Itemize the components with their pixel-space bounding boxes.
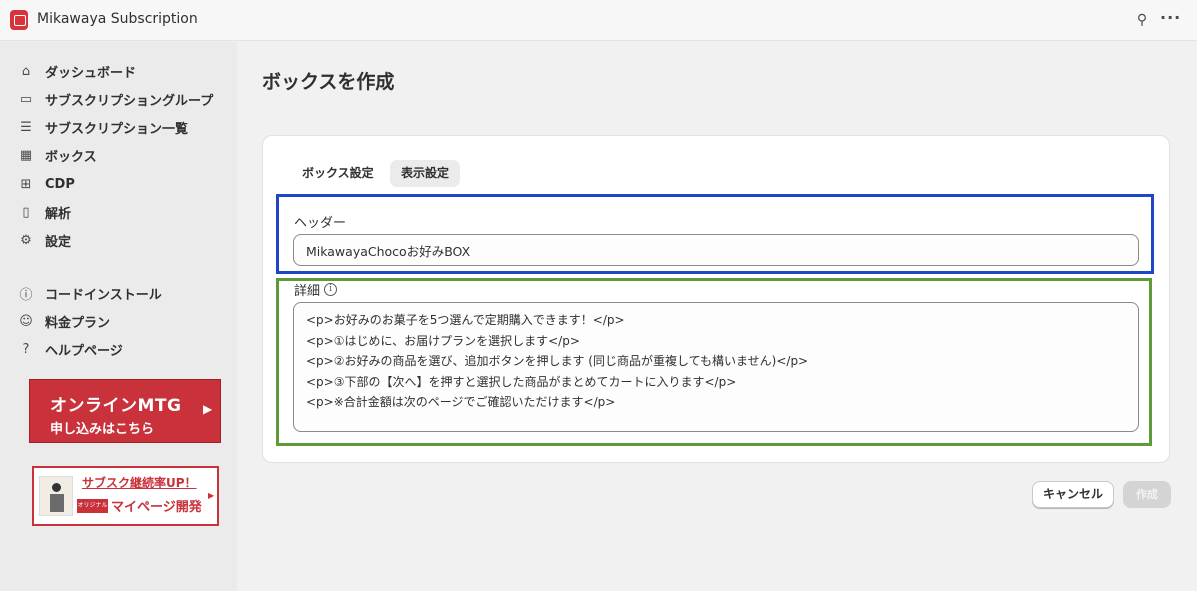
box-icon: ▦ [19, 147, 33, 163]
pin-icon[interactable]: ⚲ [1133, 10, 1151, 30]
app-title: Mikawaya Subscription [37, 11, 198, 27]
sidebar-item-label: 設定 [45, 234, 72, 250]
sidebar-item-label: ヘルプページ [45, 343, 123, 359]
sidebar-item-label: 料金プラン [45, 315, 111, 331]
sidebar-item-subscription-groups[interactable]: ▭ サブスクリプショングループ [18, 88, 213, 110]
banner-title: オンラインMTG [50, 396, 182, 416]
ellipsis-icon[interactable]: ··· [1160, 10, 1180, 30]
original-tag: オリジナル [77, 499, 108, 513]
sidebar-item-label: 解析 [45, 206, 72, 222]
page-title: ボックスを作成 [262, 71, 395, 93]
detail-line: <p>①はじめに、お届けプランを選択します</p> [306, 333, 580, 348]
user-circle-icon: ☺ [19, 313, 33, 329]
banner-subtitle: マイページ開発 [111, 500, 202, 515]
tab-display-settings[interactable]: 表示設定 [390, 160, 461, 187]
sidebar-item-subscription-list[interactable]: ☰ サブスクリプション一覧 [18, 116, 188, 138]
sidebar-item-code-install[interactable]: ⓘ コードインストール [18, 282, 162, 304]
sidebar-item-help[interactable]: ? ヘルプページ [18, 338, 123, 360]
sidebar-item-label: サブスクリプショングループ [45, 93, 214, 109]
header-input[interactable] [293, 234, 1139, 266]
list-icon: ☰ [20, 119, 32, 135]
sidebar-item-label: CDP [45, 176, 75, 192]
sidebar-item-cdp[interactable]: ⊞ CDP [18, 173, 75, 195]
play-arrow-icon: ▶ [208, 491, 215, 500]
sidebar-item-label: サブスクリプション一覧 [45, 121, 189, 137]
detail-textarea[interactable]: <p>お好みのお菓子を5つ選んで定期購入できます！</p> <p>①はじめに、お… [293, 302, 1139, 432]
detail-line: <p>③下部の【次へ】を押すと選択した商品がまとめてカートに入ります</p> [306, 374, 737, 389]
online-mtg-banner[interactable]: オンラインMTG 申し込みはこちら ▶ [29, 379, 221, 443]
sidebar-item-settings[interactable]: ⚙ 設定 [18, 229, 71, 251]
bar-chart-icon: ▯ [22, 204, 30, 220]
banner-subtitle: 申し込みはこちら [50, 422, 155, 437]
play-arrow-icon: ▶ [203, 402, 213, 416]
person-illustration [39, 476, 73, 516]
top-bar: Mikawaya Subscription ⚲ ··· [0, 0, 1197, 41]
detail-label-text: 詳細 [294, 284, 321, 299]
sidebar-item-label: コードインストール [45, 287, 162, 303]
banner-title: サブスク継続率UP！ [82, 476, 197, 490]
grid-icon: ⊞ [20, 176, 32, 192]
sidebar-item-analytics[interactable]: ▯ 解析 [18, 201, 71, 223]
mypage-development-banner[interactable]: サブスク継続率UP！ オリジナル マイページ開発 ▶ [32, 466, 219, 526]
sidebar-item-box[interactable]: ▦ ボックス [18, 144, 97, 166]
cancel-button[interactable]: キャンセル [1032, 481, 1114, 508]
folder-icon: ▭ [19, 91, 33, 107]
detail-line: <p>お好みのお菓子を5つ選んで定期購入できます！</p> [306, 313, 625, 327]
info-icon[interactable]: i [324, 283, 338, 296]
info-icon: ⓘ [19, 287, 33, 303]
sidebar-item-label: ボックス [45, 149, 97, 165]
sidebar-item-pricing[interactable]: ☺ 料金プラン [18, 310, 110, 332]
sidebar-item-label: ダッシュボード [45, 65, 137, 81]
sidebar-item-dashboard[interactable]: ⌂ ダッシュボード [18, 60, 136, 82]
header-field-label: ヘッダー [294, 216, 347, 231]
tab-box-settings[interactable]: ボックス設定 [291, 160, 385, 187]
gear-icon: ⚙ [20, 232, 32, 248]
create-button[interactable]: 作成 [1123, 481, 1171, 508]
help-icon: ? [22, 341, 30, 357]
home-icon: ⌂ [21, 63, 31, 79]
detail-line: <p>②お好みの商品を選び、追加ボタンを押します (同じ商品が重複しても構いませ… [306, 354, 809, 368]
detail-line: <p>※合計金額は次のページでご確認いただけます</p> [306, 395, 616, 409]
detail-field-label: 詳細 i [294, 280, 338, 299]
app-logo-icon [10, 10, 28, 30]
